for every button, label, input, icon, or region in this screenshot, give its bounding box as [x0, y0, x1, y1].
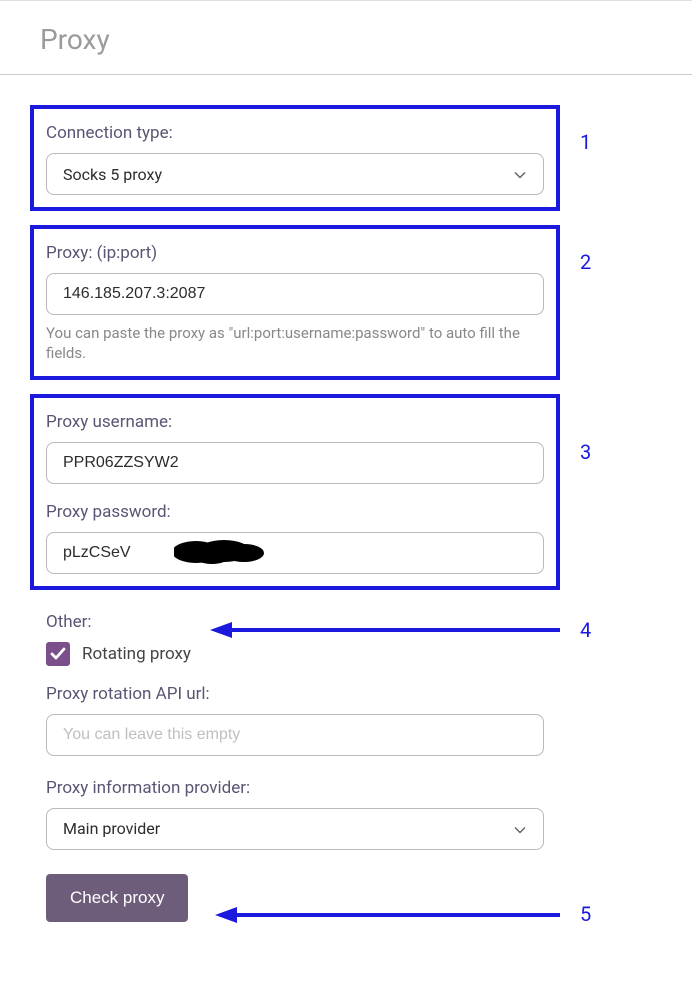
- proxy-address-input[interactable]: [46, 273, 544, 315]
- content-area: Connection type: Socks 5 proxy 1 Proxy: …: [0, 75, 692, 966]
- proxy-helper-text: You can paste the proxy as "url:port:use…: [46, 323, 544, 364]
- proxy-password-input[interactable]: [46, 532, 544, 574]
- annotation-number-1: 1: [580, 130, 591, 154]
- proxy-password-label: Proxy password:: [46, 502, 544, 522]
- provider-value: Main provider: [63, 819, 160, 838]
- provider-select[interactable]: Main provider: [46, 808, 544, 850]
- other-section: Other: Rotating proxy Proxy rotation API…: [30, 604, 560, 926]
- annotation-number-4: 4: [580, 618, 591, 642]
- proxy-username-label: Proxy username:: [46, 412, 544, 432]
- check-icon: [50, 647, 66, 661]
- rotation-url-label: Proxy rotation API url:: [46, 684, 544, 704]
- provider-label: Proxy information provider:: [46, 778, 544, 798]
- proxy-username-input[interactable]: [46, 442, 544, 484]
- other-label: Other:: [46, 612, 544, 632]
- annotation-number-5: 5: [580, 902, 591, 926]
- connection-type-label: Connection type:: [46, 123, 544, 143]
- rotating-proxy-checkbox[interactable]: [46, 642, 70, 666]
- rotating-proxy-label: Rotating proxy: [82, 644, 191, 664]
- annotation-number-2: 2: [580, 250, 591, 274]
- rotation-url-input[interactable]: [46, 714, 544, 756]
- check-proxy-button[interactable]: Check proxy: [46, 874, 188, 922]
- proxy-address-section: Proxy: (ip:port) You can paste the proxy…: [30, 225, 560, 380]
- connection-type-value: Socks 5 proxy: [63, 165, 162, 184]
- connection-type-section: Connection type: Socks 5 proxy: [30, 105, 560, 211]
- annotation-number-3: 3: [580, 440, 591, 464]
- page-title: Proxy: [40, 23, 652, 56]
- proxy-credentials-section: Proxy username: Proxy password:: [30, 394, 560, 590]
- proxy-address-label: Proxy: (ip:port): [46, 243, 544, 263]
- page-header: Proxy: [0, 0, 692, 75]
- connection-type-select[interactable]: Socks 5 proxy: [46, 153, 544, 195]
